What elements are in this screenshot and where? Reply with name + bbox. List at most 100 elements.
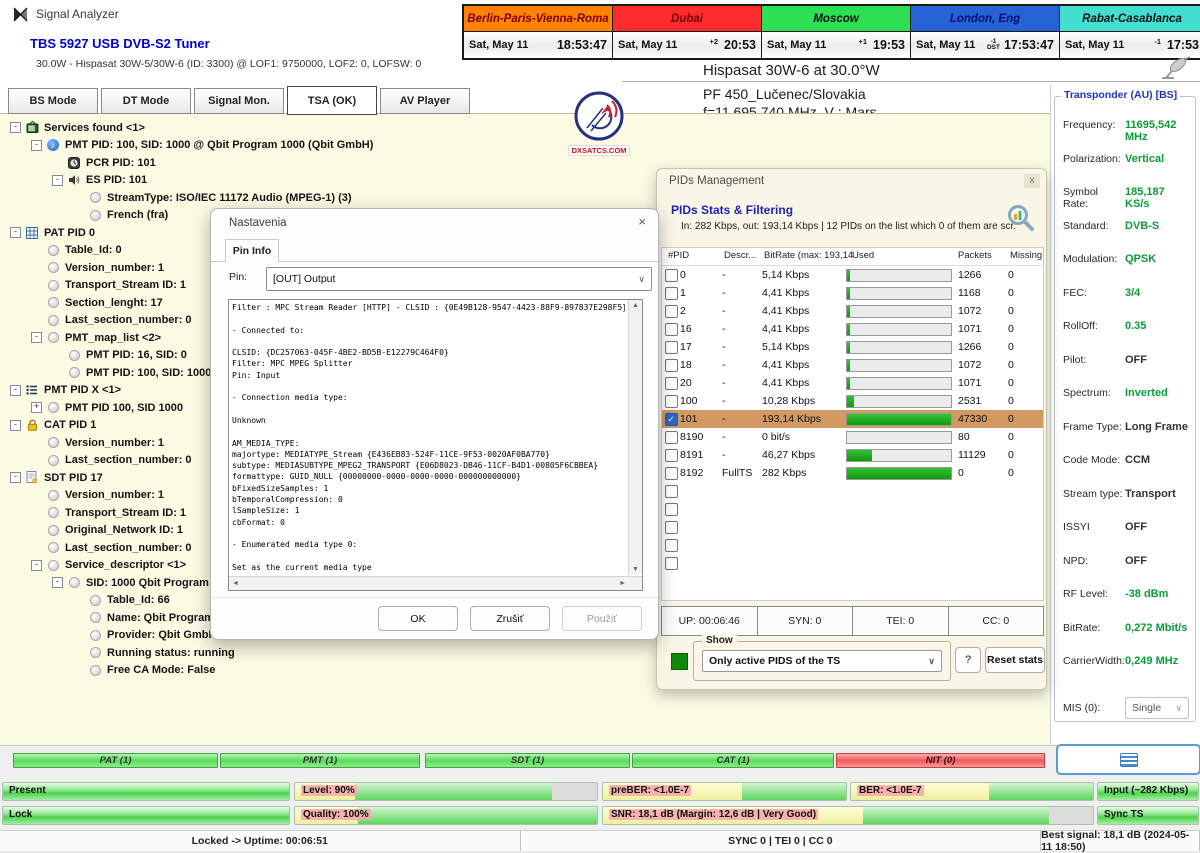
pid-row[interactable]: 8190-0 bit/s800	[662, 428, 1043, 446]
tree-item[interactable]: -Services found <1>	[2, 119, 650, 137]
collapse-box-icon[interactable]: -	[31, 140, 42, 151]
transponder-label: Frame Type:	[1063, 421, 1125, 433]
pou-i-button[interactable]: Použiť	[562, 606, 642, 631]
pin-info-textarea[interactable]: Filter : MPC Stream Reader [HTTP] - CLSI…	[228, 299, 643, 591]
show-filter-dropdown[interactable]: Only active PIDS of the TS ∨	[702, 650, 942, 672]
pid-checkbox[interactable]	[665, 287, 678, 300]
used-bar-cell	[846, 413, 958, 426]
pid-checkbox[interactable]	[665, 359, 678, 372]
transponder-label: Polarization:	[1063, 153, 1125, 165]
pid-row[interactable]: 2-4,41 Kbps10720	[662, 302, 1043, 320]
transponder-row-issyi: ISSYIOFF	[1063, 521, 1189, 533]
zru-i-button[interactable]: Zrušiť	[470, 606, 550, 631]
bullet-icon	[46, 261, 60, 274]
transponder-row-rolloff: RollOff:0.35	[1063, 320, 1189, 332]
tab-bs-mode[interactable]: BS Mode	[8, 88, 98, 114]
pid-checkbox[interactable]	[665, 377, 678, 390]
pid-checkbox[interactable]	[665, 395, 678, 408]
clock-date: Sat, May 11	[618, 39, 709, 51]
pid-checkbox[interactable]	[665, 449, 678, 462]
status-bar: Locked -> Uptime: 00:06:51SYNC 0 | TEI 0…	[0, 830, 1200, 851]
used-bar-fill	[847, 270, 850, 281]
help-button[interactable]: ?	[955, 647, 981, 673]
pin-info-text: Filter : MPC Stream Reader [HTTP] - CLSI…	[232, 302, 625, 574]
collapse-box-icon[interactable]: -	[10, 420, 21, 431]
pid-row[interactable]: 1-4,41 Kbps11680	[662, 284, 1043, 302]
clock-time-value: 19:53	[873, 38, 905, 52]
expand-box-icon[interactable]: +	[31, 402, 42, 413]
collapse-box-icon[interactable]: -	[10, 227, 21, 238]
tab-dt-mode[interactable]: DT Mode	[101, 88, 191, 114]
vertical-scrollbar[interactable]: ▲▼	[628, 300, 642, 575]
transponder-value: CCM	[1125, 454, 1150, 466]
missing-cell: 0	[1008, 449, 1042, 461]
pid-checkbox[interactable]	[665, 557, 678, 570]
pid-checkbox[interactable]: ✓	[665, 413, 678, 426]
pid-checkbox[interactable]	[665, 485, 678, 498]
pid-row[interactable]: 20-4,41 Kbps10710	[662, 374, 1043, 392]
collapse-box-icon[interactable]: -	[10, 385, 21, 396]
site-header: PF 450_Lučenec/Slovakia	[703, 86, 866, 102]
scroll-up-icon[interactable]: ▲	[629, 302, 642, 309]
pid-checkbox[interactable]	[665, 503, 678, 516]
descr-cell: -	[722, 449, 762, 461]
pid-checkbox[interactable]	[665, 467, 678, 480]
missing-cell: 0	[1008, 413, 1042, 425]
bullet-icon	[46, 489, 60, 502]
pin-dropdown[interactable]: [OUT] Output ∨	[266, 267, 652, 291]
scroll-right-icon[interactable]: ►	[619, 580, 626, 587]
ok-button[interactable]: OK	[378, 606, 458, 631]
pid-checkbox[interactable]	[665, 269, 678, 282]
pid-checkbox[interactable]	[665, 431, 678, 444]
tv-icon	[25, 121, 39, 134]
scroll-left-icon[interactable]: ◄	[232, 580, 239, 587]
tree-item[interactable]: PCR PID: 101	[2, 154, 650, 172]
clock-city-label: Dubai	[613, 6, 761, 32]
tab-tsa-ok[interactable]: TSA (OK)	[287, 86, 377, 115]
tab-signal-mon[interactable]: Signal Mon.	[194, 88, 284, 114]
close-icon[interactable]: ×	[638, 214, 646, 229]
pid-checkbox[interactable]	[665, 323, 678, 336]
collapse-box-icon[interactable]: -	[10, 472, 21, 483]
collapse-box-icon[interactable]: -	[52, 175, 63, 186]
tree-item[interactable]: -♪PMT PID: 100, SID: 1000 @ Qbit Program…	[2, 137, 650, 155]
horizontal-scrollbar[interactable]: ◄►	[229, 576, 642, 590]
tree-item[interactable]: Free CA Mode: False	[2, 662, 650, 680]
pid-row[interactable]: 8192FullTS282 Kbps00	[662, 464, 1043, 482]
transponder-label: Code Mode:	[1063, 454, 1125, 466]
collapse-box-icon[interactable]: -	[31, 560, 42, 571]
collapse-box-icon[interactable]: -	[10, 122, 21, 133]
tree-item[interactable]: -ES PID: 101	[2, 172, 650, 190]
missing-cell: 0	[1008, 377, 1042, 389]
transponder-value: 0,249 MHz	[1125, 655, 1178, 667]
tab-pin-info[interactable]: Pin Info	[225, 239, 279, 263]
pid-row[interactable]: ✓101-193,14 Kbps473300	[662, 410, 1043, 428]
pid-row[interactable]: 8191-46,27 Kbps111290	[662, 446, 1043, 464]
pid-checkbox[interactable]	[665, 521, 678, 534]
scroll-down-icon[interactable]: ▼	[629, 566, 642, 573]
collapse-box-icon[interactable]: -	[31, 332, 42, 343]
mis-dropdown[interactable]: Single ∨	[1125, 697, 1189, 719]
meter-segment-green	[742, 783, 846, 800]
collapse-box-icon[interactable]: -	[52, 577, 63, 588]
pid-row[interactable]: 16-4,41 Kbps10710	[662, 320, 1043, 338]
pid-checkbox[interactable]	[665, 341, 678, 354]
pid-checkbox[interactable]	[665, 305, 678, 318]
tree-item[interactable]: Running status: running	[2, 644, 650, 662]
pid-checkbox[interactable]	[665, 539, 678, 552]
tree-item[interactable]: StreamType: ISO/IEC 11172 Audio (MPEG-1)…	[2, 189, 650, 207]
column-header-packets: Packets	[958, 250, 992, 261]
tab-av-player[interactable]: AV Player	[380, 88, 470, 114]
show-groupbox: Show Only active PIDS of the TS ∨	[693, 641, 951, 681]
pid-row[interactable]: 0-5,14 Kbps12660	[662, 266, 1043, 284]
pid-row[interactable]: 17-5,14 Kbps12660	[662, 338, 1043, 356]
pid-row[interactable]: 18-4,41 Kbps10720	[662, 356, 1043, 374]
dxsatcs-logo: DXSATCS.COM	[568, 90, 630, 156]
transponder-row-frequency: Frequency:11695,542 MHz	[1063, 119, 1189, 143]
used-bar-cell	[846, 449, 958, 462]
reset-stats-button[interactable]: Reset stats	[985, 647, 1045, 673]
close-icon[interactable]: x	[1024, 174, 1040, 188]
pid-row[interactable]: 100-10,28 Kbps25310	[662, 392, 1043, 410]
panel-toggle-button[interactable]	[1056, 744, 1200, 775]
mis-value: Single	[1132, 702, 1161, 714]
